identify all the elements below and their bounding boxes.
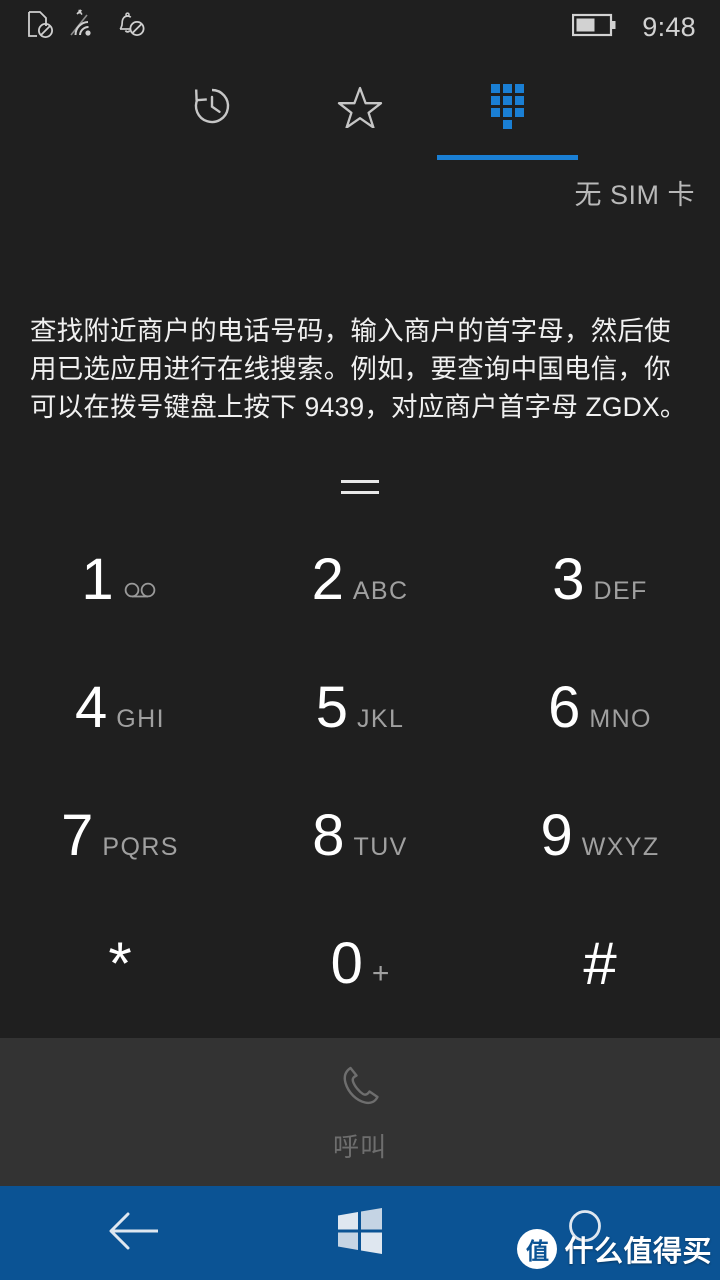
dialpad-key-5[interactable]: 5 JKL: [240, 650, 480, 778]
battery-icon: [572, 13, 618, 42]
drag-handle-line-top: [341, 480, 379, 483]
search-magnifier-icon: [562, 1208, 608, 1259]
dialpad-key-hash[interactable]: #: [480, 906, 720, 1034]
dialpad-key-4[interactable]: 4 GHI: [0, 650, 240, 778]
nav-home-button[interactable]: [275, 1186, 445, 1280]
dialpad-key-9[interactable]: 9 WXYZ: [480, 778, 720, 906]
key-digit: 0: [330, 931, 363, 996]
status-bar-left-icons: [26, 8, 146, 46]
status-bar-right: 9:48: [572, 13, 696, 42]
wifi-signal-icon: [67, 8, 103, 46]
phone-screen: 9:48 无 SIM 卡 查找附近商户的电话号码，输入商户的首字母，然后使用已选…: [0, 0, 720, 1280]
dialpad-drag-handle[interactable]: [341, 480, 379, 494]
dialer-hint-text: 查找附近商户的电话号码，输入商户的首字母，然后使用已选应用进行在线搜索。例如，要…: [30, 316, 687, 422]
history-clock-icon: [190, 84, 234, 133]
tab-dialpad[interactable]: [434, 62, 582, 160]
status-bar: 9:48: [0, 0, 720, 54]
status-bar-clock: 9:48: [642, 11, 696, 42]
key-letters: ABC: [352, 577, 409, 605]
key-letters: +: [371, 957, 390, 990]
key-letters: DEF: [593, 577, 648, 605]
key-digit: 2: [311, 547, 344, 612]
tab-history[interactable]: [138, 62, 286, 160]
dialpad-key-6[interactable]: 6 MNO: [480, 650, 720, 778]
dialpad-dots-icon: [491, 84, 525, 129]
key-digit: 9: [540, 803, 573, 868]
nav-search-button[interactable]: [500, 1186, 670, 1280]
system-nav-bar: [0, 1186, 720, 1280]
key-letters: PQRS: [102, 833, 179, 861]
key-letters: JKL: [356, 705, 405, 733]
key-digit: *: [108, 930, 132, 997]
key-letters: TUV: [353, 833, 408, 861]
nav-back-button[interactable]: [50, 1186, 220, 1280]
tab-favorites[interactable]: [286, 62, 434, 160]
key-digit: #: [583, 930, 617, 997]
key-digit: 3: [552, 547, 585, 612]
sim-card-missing-icon: [26, 10, 54, 45]
sim-status-label: 无 SIM 卡: [574, 180, 695, 210]
voicemail-icon: [123, 581, 159, 606]
dialpad-key-3[interactable]: 3 DEF: [480, 522, 720, 650]
active-tab-underline: [437, 155, 578, 160]
key-letters: GHI: [116, 705, 165, 733]
dialpad-key-8[interactable]: 8 TUV: [240, 778, 480, 906]
back-arrow-icon: [106, 1208, 164, 1259]
key-digit: 7: [61, 803, 94, 868]
key-digit: 8: [312, 803, 345, 868]
key-digit: 6: [548, 675, 581, 740]
call-button[interactable]: 呼叫: [0, 1038, 720, 1186]
dialpad-key-7[interactable]: 7 PQRS: [0, 778, 240, 906]
star-icon: [337, 84, 383, 133]
key-digit: 1: [81, 547, 114, 612]
drag-handle-line-bottom: [341, 491, 379, 494]
dialpad-key-star[interactable]: *: [0, 906, 240, 1034]
dialpad: 1 2 ABC 3 DEF 4 GHI 5 JKL 6 MNO 7 PQRS 8…: [0, 522, 720, 1032]
dialpad-key-1[interactable]: 1: [0, 522, 240, 650]
windows-logo-icon: [337, 1207, 383, 1259]
key-letters: MNO: [589, 705, 652, 733]
dialpad-key-2[interactable]: 2 ABC: [240, 522, 480, 650]
key-digit: 4: [75, 675, 108, 740]
call-button-label: 呼叫: [332, 1132, 387, 1162]
key-digit: 5: [315, 675, 348, 740]
dialer-tab-strip: [0, 62, 720, 160]
dialpad-key-0[interactable]: 0 +: [240, 906, 480, 1034]
key-letters: WXYZ: [581, 833, 660, 861]
notifications-off-icon: [116, 10, 146, 45]
phone-handset-icon: [334, 1060, 386, 1117]
